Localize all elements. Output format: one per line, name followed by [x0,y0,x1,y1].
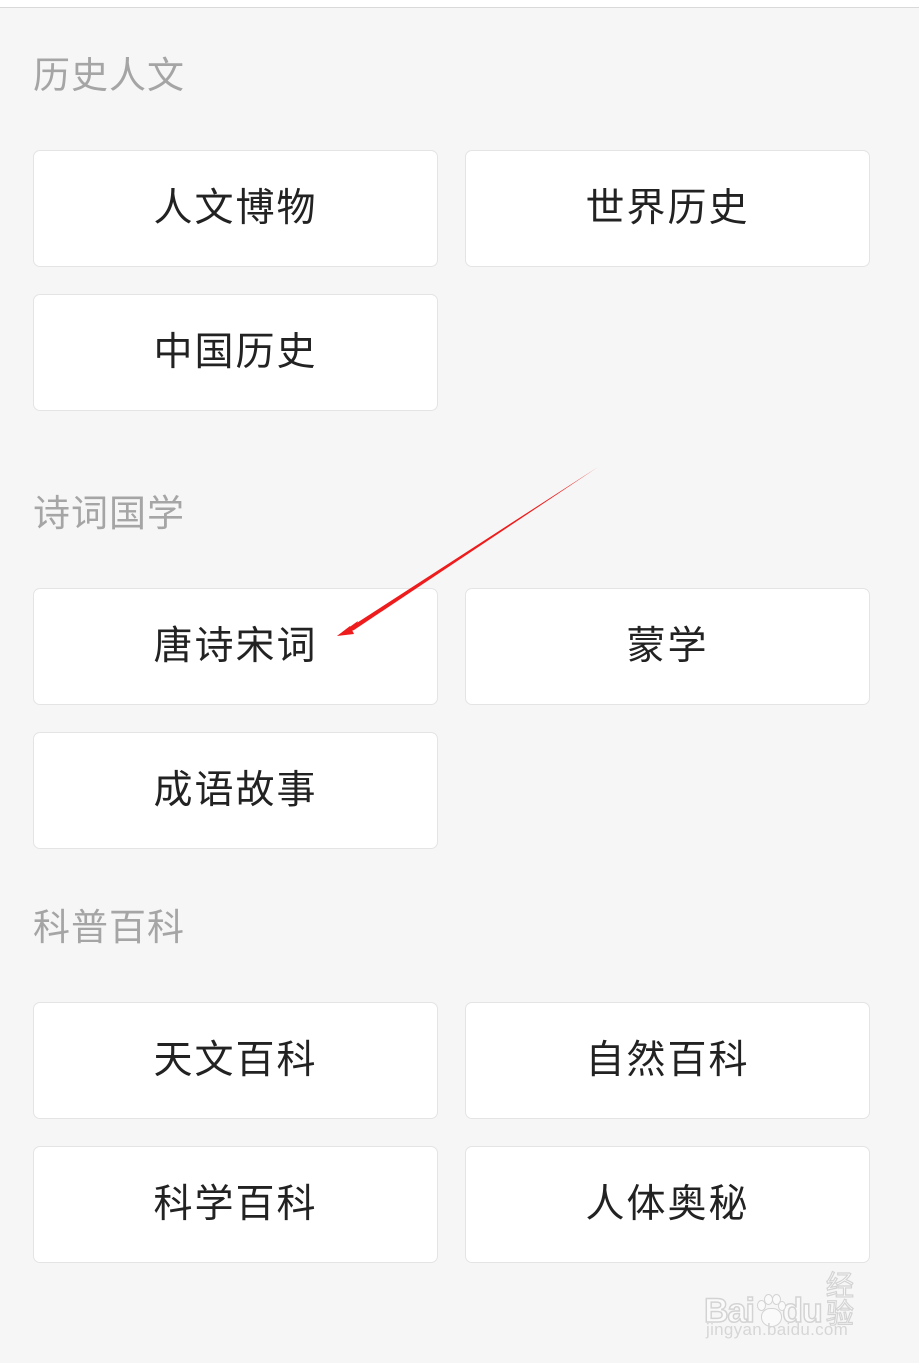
category-button-tang-song-poetry[interactable]: 唐诗宋词 [33,588,438,705]
category-button-idiom-stories[interactable]: 成语故事 [33,732,438,849]
section-title-poetry: 诗词国学 [33,492,185,535]
category-button-astronomy[interactable]: 天文百科 [33,1002,438,1119]
category-label: 世界历史 [585,186,750,231]
category-label: 唐诗宋词 [153,624,318,669]
category-label: 成语故事 [153,768,318,813]
category-button-chinese-history[interactable]: 中国历史 [33,294,438,411]
category-label: 蒙学 [626,624,709,669]
category-label: 自然百科 [585,1038,750,1083]
category-label: 天文百科 [153,1038,318,1083]
category-label: 人体奥秘 [585,1182,750,1227]
category-button-mengxue[interactable]: 蒙学 [465,588,870,705]
section-title-history: 历史人文 [33,54,185,97]
category-button-humanities-museum[interactable]: 人文博物 [33,150,438,267]
baidu-jingyan-watermark: Bai du 经验 jingyan.baidu.com [700,1262,875,1342]
category-label: 人文博物 [153,186,318,231]
top-divider [0,0,919,8]
category-label: 科学百科 [153,1182,318,1227]
section-title-science: 科普百科 [33,906,185,949]
category-button-world-history[interactable]: 世界历史 [465,150,870,267]
category-label: 中国历史 [153,330,318,375]
category-button-nature[interactable]: 自然百科 [465,1002,870,1119]
watermark-url: jingyan.baidu.com [706,1320,849,1339]
category-button-human-body[interactable]: 人体奥秘 [465,1146,870,1263]
category-button-science[interactable]: 科学百科 [33,1146,438,1263]
